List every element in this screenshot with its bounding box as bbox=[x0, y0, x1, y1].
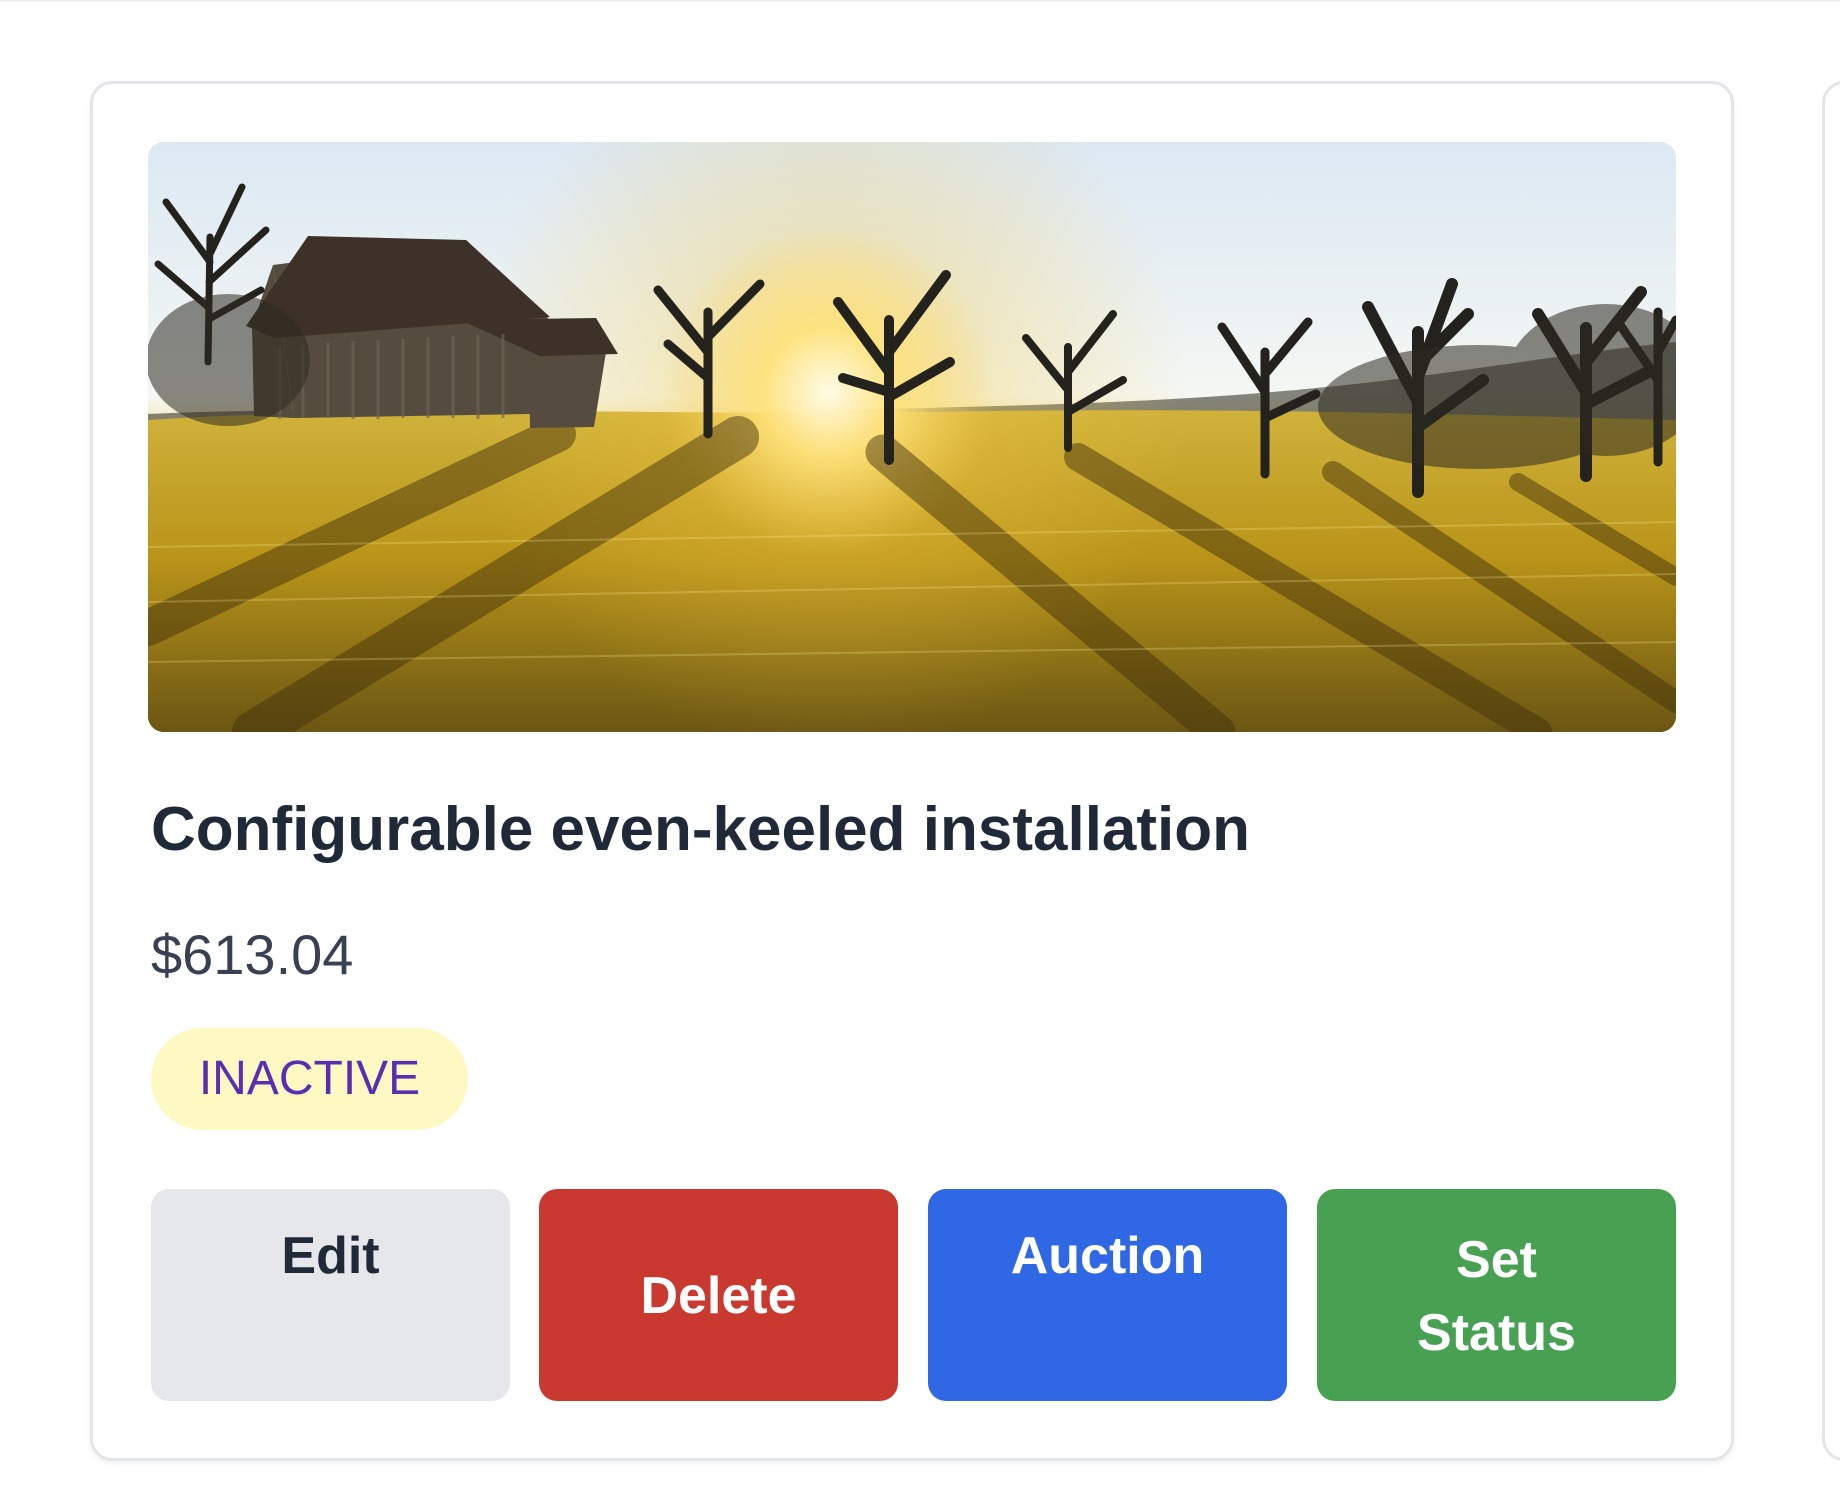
auction-button[interactable]: Auction bbox=[928, 1189, 1287, 1401]
listing-page-viewport: Configurable even-keeled installation $6… bbox=[0, 0, 1840, 1500]
listing-image bbox=[148, 142, 1676, 732]
sunrise-field-image bbox=[148, 142, 1676, 732]
status-badge: INACTIVE bbox=[151, 1028, 468, 1130]
edit-button-label: Edit bbox=[281, 1227, 380, 1285]
delete-button-label: Delete bbox=[640, 1267, 797, 1325]
listing-price: $613.04 bbox=[151, 923, 354, 986]
delete-button[interactable]: Delete bbox=[539, 1189, 898, 1401]
listing-title: Configurable even-keeled installation bbox=[151, 795, 1251, 864]
edit-button[interactable]: Edit bbox=[151, 1189, 510, 1401]
auction-button-label: Auction bbox=[1010, 1227, 1205, 1285]
set-status-button-label-line-1: Set bbox=[1456, 1231, 1537, 1289]
set-status-button[interactable]: Set Status bbox=[1317, 1189, 1676, 1401]
top-divider bbox=[0, 0, 1840, 2]
set-status-button-label-line-2: Status bbox=[1417, 1304, 1576, 1362]
adjacent-listing-card-edge bbox=[1822, 81, 1840, 1461]
